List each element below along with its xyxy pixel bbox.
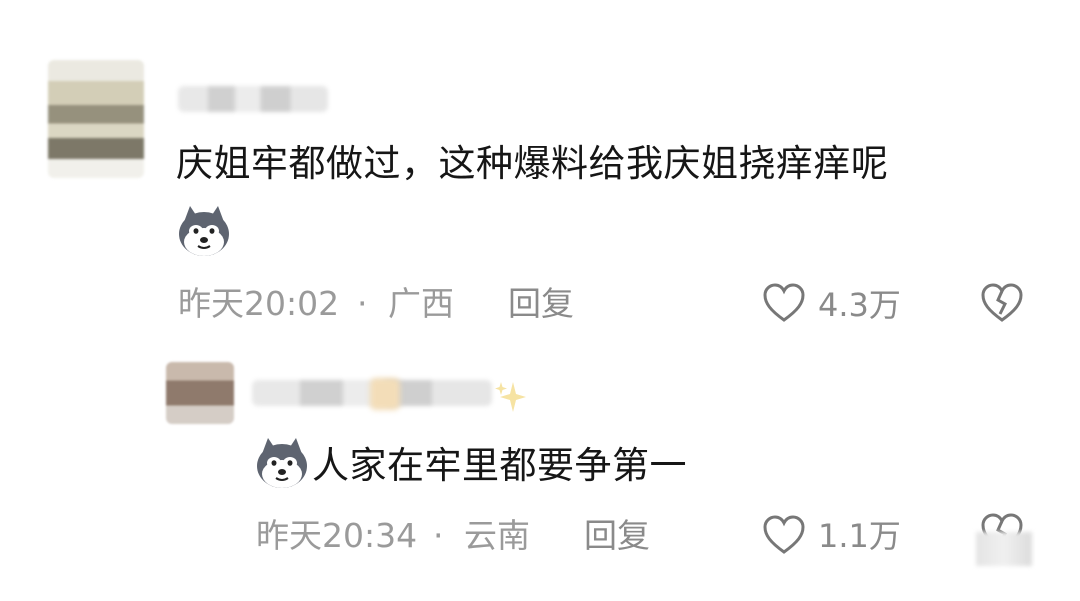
- broken-heart-icon[interactable]: [980, 282, 1024, 324]
- reply-button[interactable]: 回复: [584, 516, 650, 556]
- comment-text: 人家在牢里都要争第一: [312, 444, 687, 487]
- comment-time: 昨天20:02: [178, 284, 340, 323]
- watermark-blurred: [976, 532, 1032, 566]
- sparkle-icon: [495, 380, 527, 414]
- comment-time: 昨天20:34: [256, 516, 418, 555]
- heart-icon[interactable]: [762, 514, 806, 556]
- meta-separator: ·: [357, 284, 368, 323]
- husky-dog-emoji-icon: [176, 204, 232, 258]
- comment-location: 云南: [464, 516, 530, 555]
- name-emoji-blurred: [370, 378, 400, 410]
- comment-location: 广西: [388, 284, 454, 323]
- avatar[interactable]: [48, 60, 144, 178]
- reply-button[interactable]: 回复: [508, 284, 574, 324]
- avatar[interactable]: [166, 362, 234, 424]
- username-blurred[interactable]: [178, 86, 328, 112]
- meta-separator: ·: [433, 516, 444, 555]
- comment-text: 庆姐牢都做过，这种爆料给我庆姐挠痒痒呢: [176, 142, 889, 185]
- husky-dog-emoji-icon: [254, 436, 310, 490]
- like-count: 4.3万: [818, 286, 901, 324]
- heart-icon[interactable]: [762, 282, 806, 324]
- like-count: 1.1万: [818, 517, 901, 555]
